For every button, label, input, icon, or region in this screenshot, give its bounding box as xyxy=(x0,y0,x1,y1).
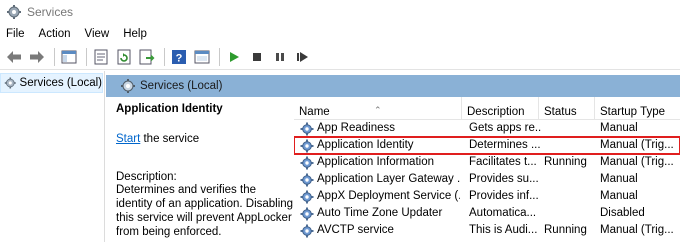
service-name-cell: Application Information xyxy=(300,154,460,171)
service-startup-type-cell: Disabled xyxy=(600,207,645,219)
service-description-cell: Facilitates t... xyxy=(469,156,537,168)
service-gear-icon xyxy=(300,224,314,237)
service-name: Application Information xyxy=(317,156,434,168)
column-header-startup-type[interactable]: Startup Type xyxy=(595,97,680,120)
service-name-cell: Application Layer Gateway ... xyxy=(300,171,460,188)
service-startup-type-cell: Manual (Trig... xyxy=(600,156,674,168)
column-header-description[interactable]: Description xyxy=(462,97,539,120)
services-rows: App Readiness Gets apps re... Manual Applic… xyxy=(294,120,680,239)
main-pane: Services (Local) Application Identity St… xyxy=(106,71,680,242)
service-startup-type-cell: Manual (Trig... xyxy=(600,139,674,151)
toolbar-separator xyxy=(164,47,165,66)
title-bar: Services xyxy=(0,0,680,24)
toolbar-separator xyxy=(86,47,87,66)
service-startup-type-cell: Manual xyxy=(600,190,638,202)
help-icon[interactable]: ? xyxy=(169,47,189,67)
service-row[interactable]: Auto Time Zone Updater Automatica... Disab… xyxy=(294,205,680,222)
service-detail-pane: Application Identity Start the service D… xyxy=(106,97,294,242)
pause-icon[interactable] xyxy=(270,47,290,67)
service-description-cell: This is Audi... xyxy=(469,224,538,236)
service-name-cell: Auto Time Zone Updater xyxy=(300,205,460,222)
service-startup-type-cell: Manual (Trig... xyxy=(600,224,674,236)
detail-description-label: Description: xyxy=(116,171,177,183)
service-description-cell: Determines ... xyxy=(469,139,541,151)
service-name: AppX Deployment Service (... xyxy=(317,190,460,202)
service-name-cell: AppX Deployment Service (... xyxy=(300,188,460,205)
service-row[interactable]: AppX Deployment Service (... Provides inf… xyxy=(294,188,680,205)
svg-text:?: ? xyxy=(176,52,183,64)
main-header-bar: Services (Local) xyxy=(106,75,680,97)
show-hide-console-tree-icon[interactable] xyxy=(59,47,79,67)
properties-icon[interactable] xyxy=(91,47,111,67)
toolbar: ? xyxy=(0,44,680,70)
service-description-cell: Provides inf... xyxy=(469,190,539,202)
service-name-cell: AVCTP service xyxy=(300,222,460,239)
service-gear-icon xyxy=(300,207,314,220)
service-gear-icon xyxy=(300,173,314,186)
detail-description-text: Determines and verifies the identity of … xyxy=(116,184,294,238)
service-gear-icon xyxy=(300,190,314,203)
menu-bar: File Action View Help xyxy=(0,24,680,44)
start-service-suffix: the service xyxy=(140,133,200,145)
service-description-cell: Provides su... xyxy=(469,173,539,185)
column-header-status[interactable]: Status xyxy=(539,97,595,120)
service-name-cell: App Readiness xyxy=(300,120,460,137)
service-row[interactable]: Application Identity Determines ... Manual… xyxy=(294,136,680,155)
tree-item-services-local[interactable]: Services (Local) xyxy=(0,73,103,93)
start-icon[interactable] xyxy=(224,47,244,67)
list-header: ⌃ Name Description Status Startup Type xyxy=(294,97,680,120)
detail-service-name: Application Identity xyxy=(116,103,223,115)
service-name: App Readiness xyxy=(317,122,395,134)
service-name: AVCTP service xyxy=(317,224,394,236)
service-description-cell: Gets apps re... xyxy=(469,122,541,134)
service-name-cell: Application Identity xyxy=(300,137,460,154)
stop-icon[interactable] xyxy=(247,47,267,67)
service-row[interactable]: AVCTP service This is Audi... Running Manua… xyxy=(294,222,680,239)
service-row[interactable]: Application Information Facilitates t... R… xyxy=(294,154,680,171)
forward-arrow-icon[interactable] xyxy=(27,47,47,67)
menu-action[interactable]: Action xyxy=(32,24,78,44)
toolbar-separator xyxy=(219,47,220,66)
service-status-cell: Running xyxy=(544,156,587,168)
main-header-label: Services (Local) xyxy=(140,80,223,92)
menu-help[interactable]: Help xyxy=(116,24,154,44)
service-status-cell: Running xyxy=(544,224,587,236)
window-title: Services xyxy=(27,5,74,19)
service-gear-icon xyxy=(300,156,314,169)
back-arrow-icon[interactable] xyxy=(4,47,24,67)
services-list: ⌃ Name Description Status Startup Type A… xyxy=(294,97,680,242)
console-tree: Services (Local) xyxy=(0,71,105,242)
services-gear-icon xyxy=(7,5,21,19)
services-gear-icon xyxy=(121,79,135,93)
menu-file[interactable]: File xyxy=(0,24,32,44)
start-service-link[interactable]: Start xyxy=(116,133,140,145)
menu-view[interactable]: View xyxy=(78,24,117,44)
tree-item-label: Services (Local) xyxy=(19,77,102,89)
service-row[interactable]: App Readiness Gets apps re... Manual xyxy=(294,120,680,137)
service-name: Auto Time Zone Updater xyxy=(317,207,443,219)
service-gear-icon xyxy=(300,139,314,152)
column-header-name[interactable]: ⌃ Name xyxy=(294,97,462,120)
restart-icon[interactable] xyxy=(293,47,313,67)
service-row[interactable]: Application Layer Gateway ... Provides su… xyxy=(294,171,680,188)
service-startup-type-cell: Manual xyxy=(600,122,638,134)
service-name: Application Layer Gateway ... xyxy=(317,173,460,185)
export-list-icon[interactable] xyxy=(137,47,157,67)
services-gear-icon xyxy=(4,77,16,89)
service-description-cell: Automatica... xyxy=(469,207,537,219)
console-view-icon[interactable] xyxy=(192,47,212,67)
service-startup-type-cell: Manual xyxy=(600,173,638,185)
service-name: Application Identity xyxy=(317,139,414,151)
detail-start-line: Start the service xyxy=(116,133,294,145)
refresh-icon[interactable] xyxy=(114,47,134,67)
toolbar-separator xyxy=(54,47,55,66)
service-gear-icon xyxy=(300,122,314,135)
